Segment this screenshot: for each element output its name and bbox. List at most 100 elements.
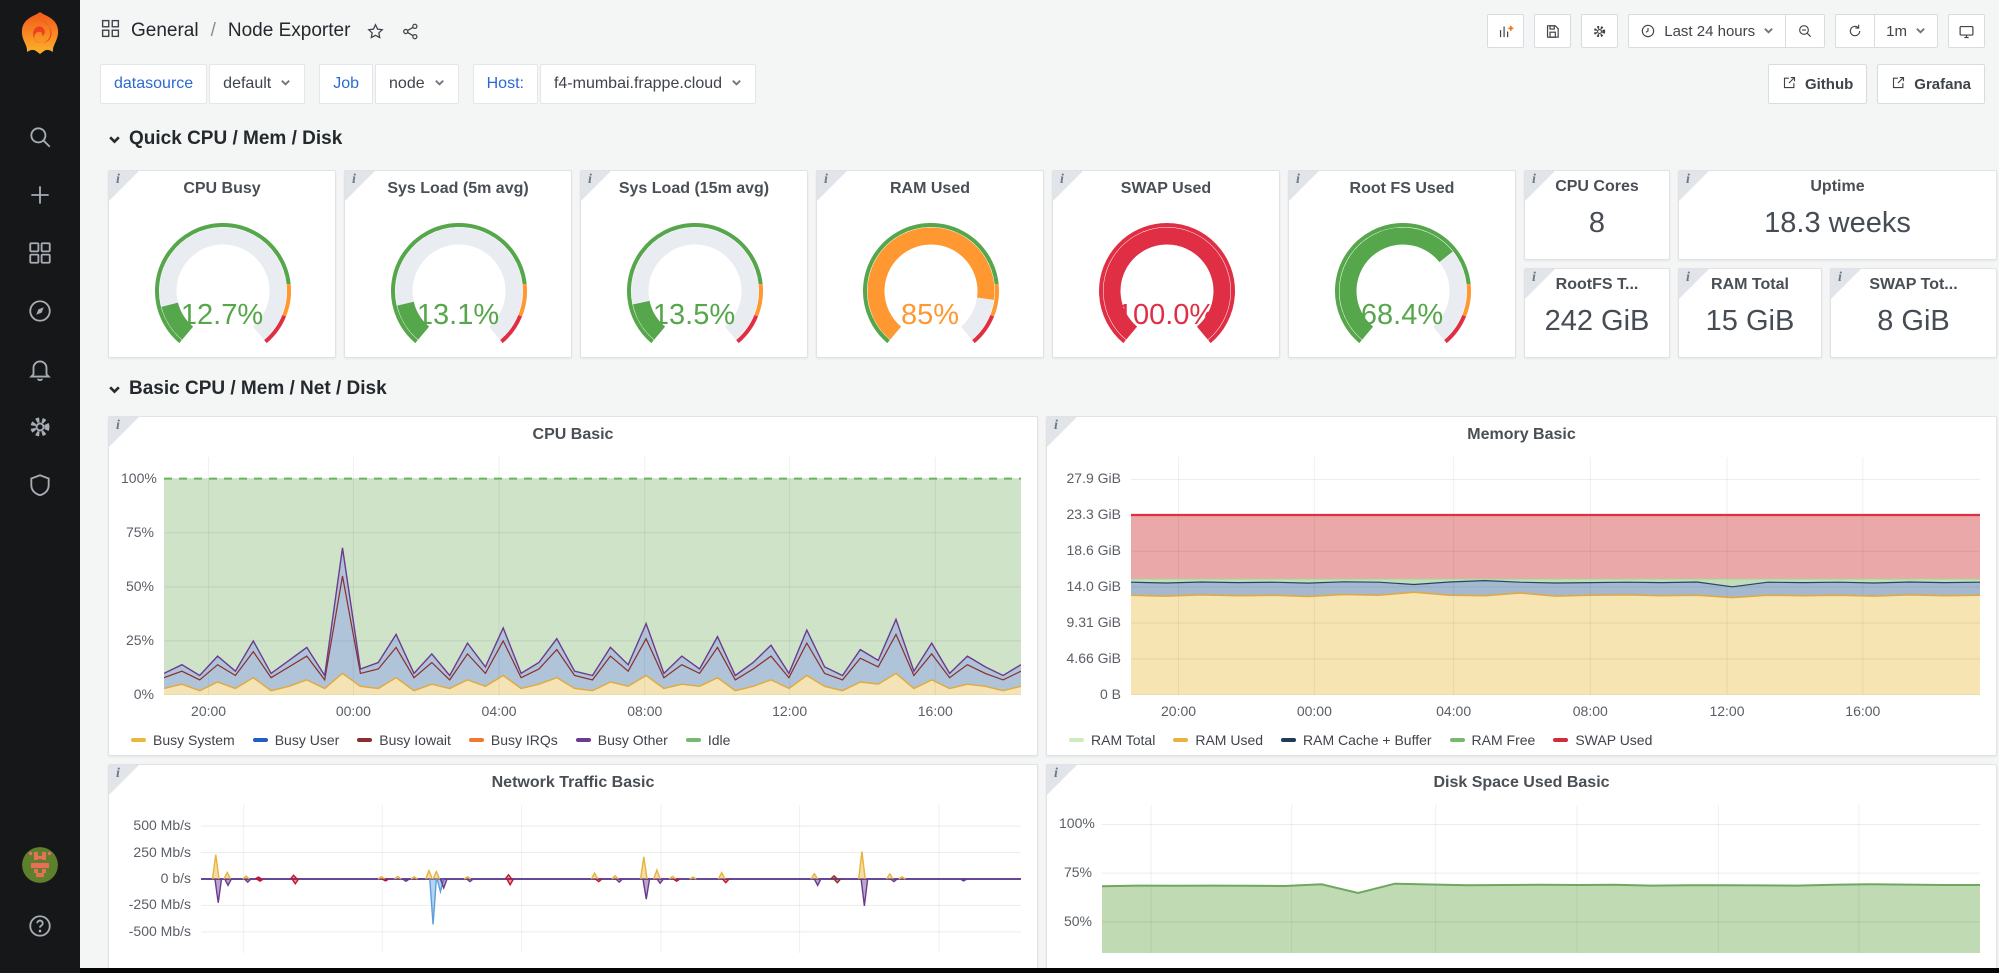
- panel-info-icon[interactable]: i: [1053, 171, 1083, 201]
- panel-info-icon[interactable]: i: [1679, 269, 1709, 299]
- create-add-icon[interactable]: [27, 182, 53, 208]
- panel-title[interactable]: Sys Load (15m avg): [581, 171, 807, 205]
- alerting-bell-icon[interactable]: [27, 356, 53, 382]
- x-axis-label: 00:00: [321, 703, 385, 719]
- panel-title[interactable]: RAM Used: [817, 171, 1043, 205]
- search-icon[interactable]: [27, 124, 53, 150]
- y-axis-label: 75%: [1059, 864, 1092, 880]
- panel-info-icon[interactable]: i: [1047, 765, 1077, 795]
- legend-item[interactable]: SWAP Used: [1553, 732, 1652, 748]
- y-axis-label: 0 B: [1059, 686, 1121, 702]
- x-axis-label: 20:00: [1147, 703, 1211, 719]
- link-button-grafana[interactable]: Grafana: [1877, 64, 1985, 104]
- cycle-view-button[interactable]: [1948, 14, 1985, 48]
- legend-item[interactable]: Busy System: [131, 732, 235, 748]
- gauge-value: 85%: [817, 299, 1043, 332]
- gauge-panel: i Root FS Used 68.4%: [1288, 170, 1516, 358]
- refresh-button[interactable]: [1836, 15, 1874, 47]
- y-axis-label: 18.6 GiB: [1059, 542, 1121, 558]
- panel-info-icon[interactable]: i: [1831, 269, 1861, 299]
- add-panel-button[interactable]: [1487, 14, 1524, 48]
- panel-title[interactable]: CPU Basic: [109, 417, 1037, 451]
- legend-item[interactable]: Idle: [686, 732, 731, 748]
- gauge-value: 68.4%: [1289, 299, 1515, 332]
- section-header-quick[interactable]: Quick CPU / Mem / Disk: [108, 124, 1997, 154]
- chevron-down-icon: [731, 75, 742, 93]
- panel-info-icon[interactable]: i: [1525, 269, 1555, 299]
- refresh-interval-label: 1m: [1886, 23, 1907, 40]
- legend-item[interactable]: Busy IRQs: [469, 732, 558, 748]
- chevron-down-icon: [1915, 23, 1926, 40]
- refresh-interval-picker[interactable]: 1m: [1874, 15, 1937, 47]
- dashboards-icon[interactable]: [27, 240, 53, 266]
- legend-swatch: [576, 738, 591, 742]
- star-icon[interactable]: [366, 22, 385, 41]
- variable-value-dropdown[interactable]: f4-mumbai.frappe.cloud: [540, 64, 756, 104]
- panel-title[interactable]: Sys Load (5m avg): [345, 171, 571, 205]
- share-icon[interactable]: [401, 22, 420, 41]
- variables-row: datasourcedefaultJobnodeHost:f4-mumbai.f…: [80, 62, 1999, 108]
- stat-value: 18.3 weeks: [1679, 207, 1996, 240]
- legend-item[interactable]: RAM Free: [1450, 732, 1536, 748]
- chart-plot-area[interactable]: 500 Mb/s250 Mb/s0 b/s-250 Mb/s-500 Mb/s: [121, 805, 1021, 953]
- y-axis-label: -250 Mb/s: [121, 896, 191, 912]
- server-admin-shield-icon[interactable]: [27, 472, 53, 498]
- panel-info-icon[interactable]: i: [581, 171, 611, 201]
- top-nav: General / Node Exporter: [80, 0, 1999, 62]
- legend-item[interactable]: RAM Total: [1069, 732, 1155, 748]
- panel-info-icon[interactable]: i: [109, 765, 139, 795]
- gauge: 12.7%: [109, 205, 335, 351]
- legend-item[interactable]: RAM Used: [1173, 732, 1263, 748]
- toolbar: Last 24 hours 1m: [1487, 14, 1985, 48]
- external-link-icon: [1891, 75, 1906, 94]
- panel-info-icon[interactable]: i: [1525, 171, 1555, 201]
- explore-compass-icon[interactable]: [27, 298, 53, 324]
- chart-plot-area[interactable]: 50%75%100%: [1059, 805, 1980, 953]
- panel-title[interactable]: Network Traffic Basic: [109, 765, 1037, 799]
- save-dashboard-button[interactable]: [1534, 14, 1571, 48]
- user-avatar[interactable]: [22, 847, 58, 883]
- legend-item[interactable]: Busy Iowait: [357, 732, 451, 748]
- panel-title[interactable]: Disk Space Used Basic: [1047, 765, 1996, 799]
- panel-title[interactable]: SWAP Used: [1053, 171, 1279, 205]
- zoom-out-button[interactable]: [1785, 15, 1824, 47]
- legend-item[interactable]: Busy Other: [576, 732, 668, 748]
- panel-info-icon[interactable]: i: [817, 171, 847, 201]
- variable-value-dropdown[interactable]: default: [209, 64, 305, 104]
- section-title: Basic CPU / Mem / Net / Disk: [129, 378, 387, 400]
- section-header-basic[interactable]: Basic CPU / Mem / Net / Disk: [108, 374, 1997, 404]
- panel-title[interactable]: Root FS Used: [1289, 171, 1515, 205]
- legend-swatch: [469, 738, 484, 742]
- variable-value-dropdown[interactable]: node: [375, 64, 459, 104]
- time-range-picker[interactable]: Last 24 hours: [1629, 15, 1785, 47]
- panel-info-icon[interactable]: i: [1679, 171, 1709, 201]
- breadcrumb-section[interactable]: General: [131, 20, 199, 42]
- panel-title[interactable]: Uptime: [1679, 171, 1996, 201]
- configuration-gear-icon[interactable]: [27, 414, 53, 440]
- chevron-down-icon: [108, 383, 121, 396]
- section-title: Quick CPU / Mem / Disk: [129, 128, 342, 150]
- y-axis-label: 9.31 GiB: [1059, 614, 1121, 630]
- help-icon[interactable]: [27, 913, 53, 939]
- breadcrumb-page[interactable]: Node Exporter: [228, 20, 351, 42]
- grafana-logo-icon[interactable]: [19, 10, 61, 56]
- link-button-github[interactable]: Github: [1768, 64, 1867, 104]
- panel-info-icon[interactable]: i: [1289, 171, 1319, 201]
- panel-title[interactable]: Memory Basic: [1047, 417, 1996, 451]
- gauge-value: 13.5%: [581, 299, 807, 332]
- y-axis-label: 100%: [121, 470, 154, 486]
- dashboard-grid-icon: [100, 18, 121, 45]
- legend-item[interactable]: RAM Cache + Buffer: [1281, 732, 1432, 748]
- legend-item[interactable]: Busy User: [253, 732, 340, 748]
- panel-info-icon[interactable]: i: [109, 171, 139, 201]
- chart-plot-area[interactable]: 0%25%50%75%100%20:0000:0004:0008:0012:00…: [121, 457, 1021, 695]
- panel-info-icon[interactable]: i: [109, 417, 139, 447]
- chart-plot-area[interactable]: 0 B4.66 GiB9.31 GiB14.0 GiB18.6 GiB23.3 …: [1059, 457, 1980, 695]
- panel-info-icon[interactable]: i: [1047, 417, 1077, 447]
- panel-memory-basic: i Memory Basic 0 B4.66 GiB9.31 GiB14.0 G…: [1046, 416, 1997, 756]
- gauge-panel: i Sys Load (15m avg) 13.5%: [580, 170, 808, 358]
- panel-title[interactable]: CPU Busy: [109, 171, 335, 205]
- y-axis-label: 14.0 GiB: [1059, 578, 1121, 594]
- dashboard-settings-button[interactable]: [1581, 14, 1618, 48]
- panel-info-icon[interactable]: i: [345, 171, 375, 201]
